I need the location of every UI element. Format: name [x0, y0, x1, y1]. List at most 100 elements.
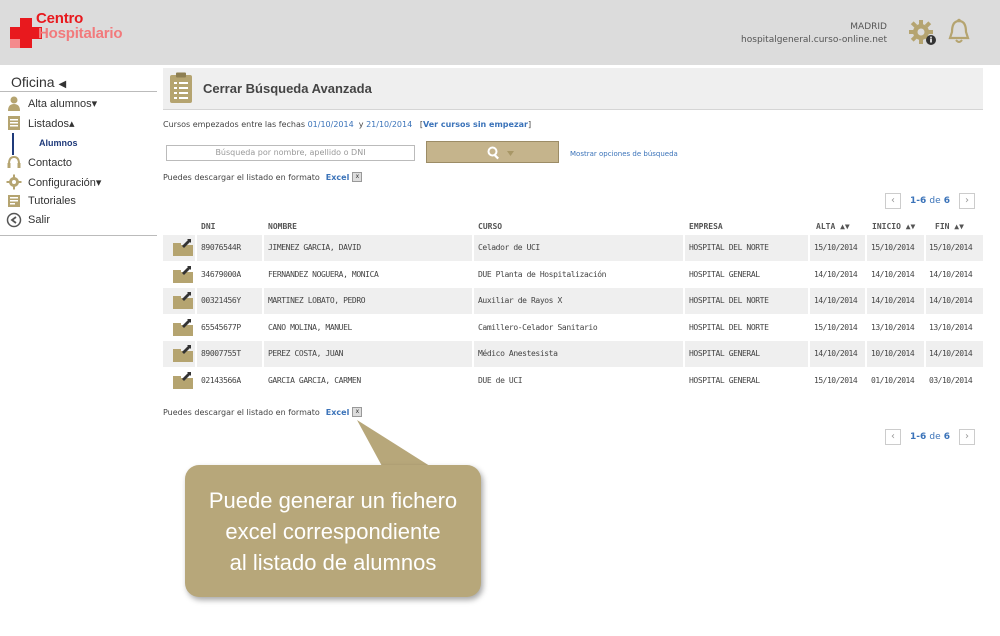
sidebar-item-configuracion[interactable]: Configuración▾ — [6, 173, 101, 191]
cell-fin: 14/10/2014 — [929, 296, 973, 306]
column-separator — [195, 368, 197, 394]
column-separator — [472, 314, 474, 341]
sidebar-item-listados[interactable]: Listados▴ — [6, 114, 75, 132]
column-separator — [808, 368, 810, 394]
table-row[interactable]: 89007755T PEREZ COSTA, JUAN Médico Anestes… — [163, 341, 983, 368]
sidebar-item-alta-alumnos[interactable]: Alta alumnos▾ — [6, 94, 97, 112]
cell-nombre: FERNANDEZ NOGUERA, MONICA — [268, 269, 379, 279]
cell-empresa: HOSPITAL GENERAL — [689, 269, 760, 279]
clipboard-icon — [170, 72, 192, 103]
sidebar-item-tutoriales[interactable]: Tutoriales — [6, 192, 76, 210]
logo-text-line2: Hospitalario — [38, 25, 123, 42]
search-input[interactable]: Búsqueda por nombre, apellido o DNI — [166, 145, 415, 161]
cell-dni: 02143566A — [201, 376, 241, 385]
table-row[interactable]: 02143566A GARCIA GARCIA, CARMEN DUE de UCI… — [163, 368, 983, 394]
table-row[interactable]: 65545677P CANO MOLINA, MANUEL Camillero-Ce… — [163, 314, 983, 341]
col-inicio-sort[interactable]: INICIO ▲▼ — [872, 222, 915, 231]
headset-icon — [7, 155, 21, 168]
column-separator — [683, 261, 685, 288]
column-separator — [865, 368, 867, 394]
download-label: Puedes descargar el listado en formato — [163, 172, 320, 182]
cell-fin: 13/10/2014 — [929, 322, 973, 332]
excel-icon[interactable]: x — [352, 407, 363, 417]
cell-alta: 14/10/2014 — [814, 269, 858, 279]
header-city: MADRID — [850, 22, 887, 32]
column-separator — [472, 261, 474, 288]
col-fin-sort[interactable]: FIN ▲▼ — [935, 222, 964, 231]
book-icon — [8, 195, 20, 207]
open-folder-icon[interactable] — [172, 344, 194, 363]
sidebar-item-salir[interactable]: Salir — [6, 211, 50, 229]
cell-fin: 03/10/2014 — [929, 376, 973, 385]
cell-curso: Celador de UCI — [478, 243, 540, 252]
cell-fin: 14/10/2014 — [929, 349, 973, 359]
search-button[interactable] — [426, 141, 559, 163]
cell-nombre: PEREZ COSTA, JUAN — [268, 349, 344, 359]
cell-inicio: 14/10/2014 — [871, 296, 915, 306]
open-folder-icon[interactable] — [172, 238, 194, 257]
next-page-button[interactable]: › — [959, 429, 975, 445]
date-prefix: Cursos empezados entre las fechas — [163, 120, 306, 129]
sidebar-item-label: Alta alumnos▾ — [28, 97, 98, 110]
settings-gear-icon[interactable] — [908, 18, 938, 48]
page-title[interactable]: Cerrar Búsqueda Avanzada — [203, 81, 372, 96]
column-separator — [195, 341, 197, 368]
prev-page-button[interactable]: ‹ — [885, 429, 901, 445]
cell-dni: 89007755T — [201, 349, 241, 359]
cell-alta: 15/10/2014 — [814, 376, 858, 385]
open-folder-icon[interactable] — [172, 265, 194, 284]
sidebar-subitem-alumnos[interactable]: Alumnos — [39, 138, 78, 148]
cell-alta: 15/10/2014 — [814, 243, 858, 252]
next-page-button[interactable]: › — [959, 193, 975, 209]
column-separator — [683, 314, 685, 341]
prev-page-button[interactable]: ‹ — [885, 193, 901, 209]
column-separator — [262, 261, 264, 288]
column-separator — [472, 288, 474, 315]
download-text-top: Puedes descargar el listado en formato E… — [163, 172, 363, 182]
open-folder-icon[interactable] — [172, 291, 194, 310]
table-row[interactable]: 89076544R JIMENEZ GARCIA, DAVID Celador de… — [163, 235, 983, 261]
excel-link[interactable]: Excel — [326, 408, 350, 417]
pagination-bottom: ‹ 1-6 de 6 › — [885, 429, 975, 445]
callout-pointer — [357, 420, 433, 468]
app-header: Centro Hospitalario MADRID hospitalgener… — [0, 0, 1000, 65]
table-row[interactable]: 00321456Y MARTINEZ LOBATO, PEDRO Auxiliar … — [163, 288, 983, 315]
open-folder-icon[interactable] — [172, 371, 194, 390]
cell-curso: DUE Planta de Hospitalización — [478, 269, 607, 279]
col-alta-sort[interactable]: ALTA ▲▼ — [816, 222, 850, 231]
cell-alta: 15/10/2014 — [814, 322, 858, 332]
cell-nombre: CANO MOLINA, MANUEL — [268, 322, 352, 332]
table-header: DNI NOMBRE CURSO EMPRESA ALTA ▲▼ INICIO … — [163, 218, 983, 236]
callout-text: Puede generar un fichero excel correspon… — [185, 485, 481, 578]
search-options-link[interactable]: Mostrar opciones de búsqueda — [570, 150, 678, 158]
date-from-link[interactable]: 01/10/2014 — [308, 120, 354, 129]
notifications-bell-icon[interactable] — [947, 18, 971, 46]
column-separator — [262, 368, 264, 394]
excel-icon[interactable]: x — [352, 172, 363, 182]
logo[interactable]: Centro Hospitalario — [10, 10, 150, 52]
table-row[interactable]: 34679000A FERNANDEZ NOGUERA, MONICA DUE Pl… — [163, 261, 983, 288]
sidebar-item-contacto[interactable]: Contacto — [6, 154, 72, 172]
column-separator — [808, 341, 810, 368]
cell-inicio: 10/10/2014 — [871, 349, 915, 359]
ver-cursos-sin-empezar-link[interactable]: Ver cursos sin empezar — [423, 120, 528, 129]
col-nombre: NOMBRE — [268, 222, 297, 231]
cell-curso: Médico Anestesista — [478, 349, 558, 359]
collapse-arrow-icon[interactable]: ◀ — [58, 79, 66, 90]
cell-empresa: HOSPITAL DEL NORTE — [689, 243, 769, 252]
column-separator — [865, 341, 867, 368]
date-to-link[interactable]: 21/10/2014 — [366, 120, 412, 129]
open-folder-icon[interactable] — [172, 318, 194, 337]
sidebar-item-label: Contacto — [28, 157, 73, 169]
cell-nombre: JIMENEZ GARCIA, DAVID — [268, 243, 361, 252]
column-separator — [195, 314, 197, 341]
cell-inicio: 13/10/2014 — [871, 322, 915, 332]
page-de: de — [929, 432, 941, 442]
cell-empresa: HOSPITAL GENERAL — [689, 349, 760, 359]
column-separator — [262, 235, 264, 261]
sidebar-title[interactable]: Oficina ◀ — [11, 74, 66, 90]
cell-empresa: HOSPITAL DEL NORTE — [689, 322, 769, 332]
header-host: hospitalgeneral.curso-online.net — [741, 35, 887, 45]
column-separator — [865, 288, 867, 315]
excel-link[interactable]: Excel — [326, 173, 350, 182]
